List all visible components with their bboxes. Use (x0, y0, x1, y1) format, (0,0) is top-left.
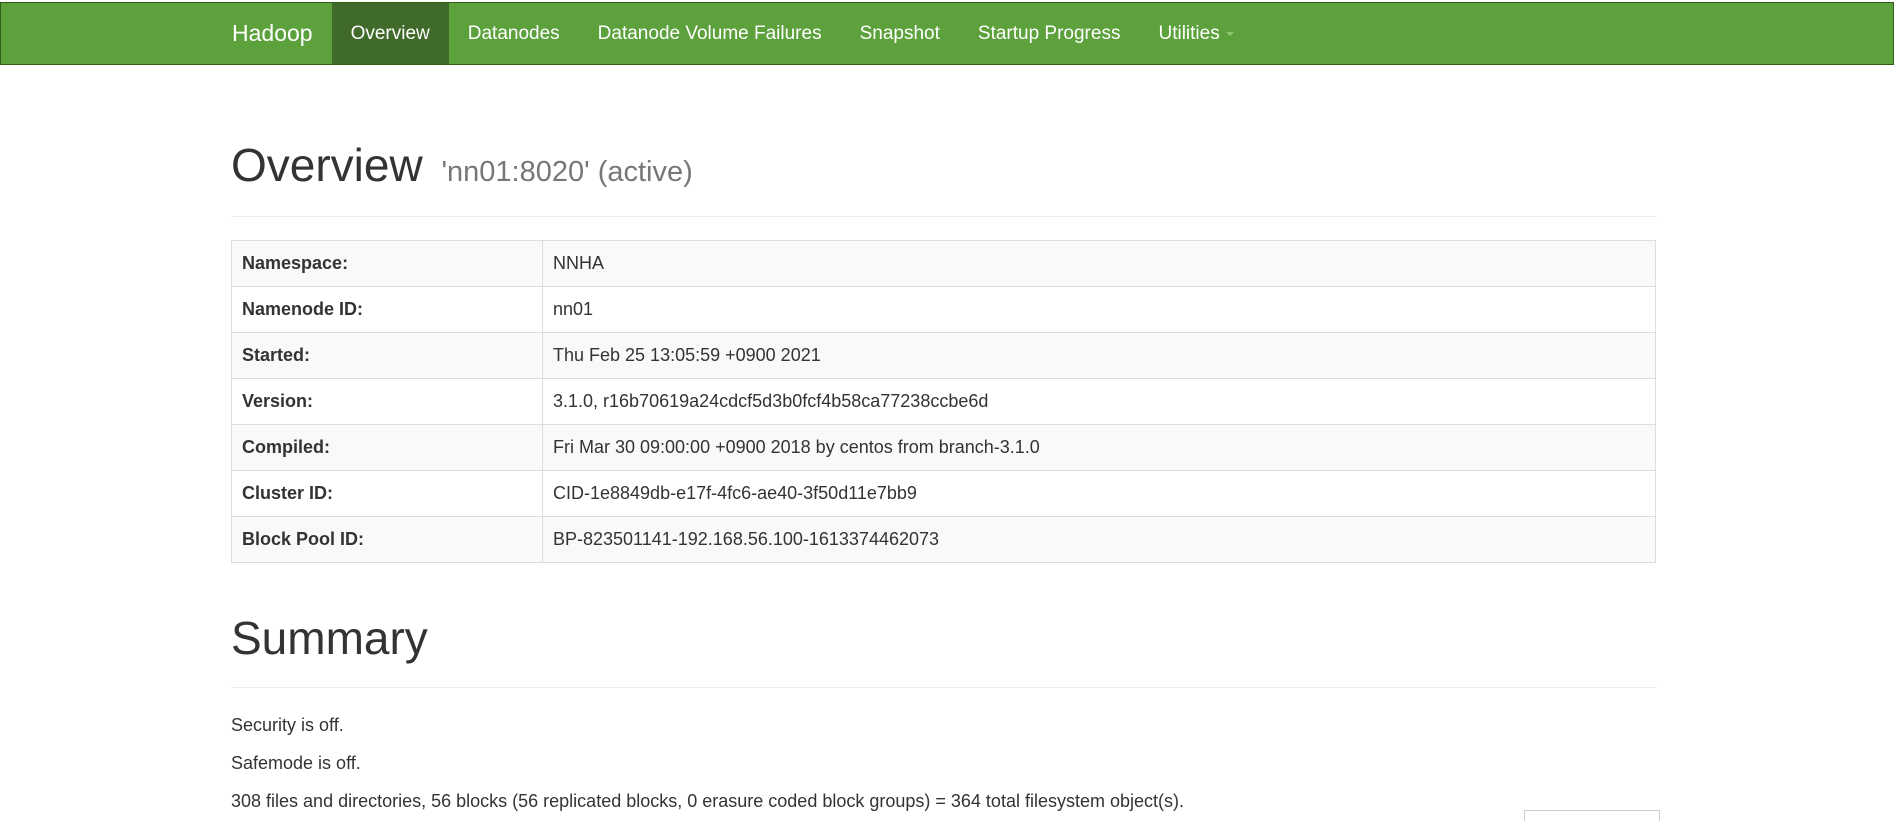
overview-info-table: Namespace: NNHA Namenode ID: nn01 Starte… (231, 240, 1656, 563)
security-status: Security is off. (231, 715, 344, 735)
table-row: Namenode ID: nn01 (231, 286, 1656, 333)
nav-tab-datanode-volume-failures[interactable]: Datanode Volume Failures (579, 3, 841, 64)
table-row: Compiled: Fri Mar 30 09:00:00 +0900 2018… (231, 424, 1656, 471)
row-label: Started: (231, 332, 543, 379)
row-label: Compiled: (231, 424, 543, 471)
row-label: Cluster ID: (231, 470, 543, 517)
floating-panel-edge (1524, 810, 1660, 821)
nav-dropdown-utilities[interactable]: Utilities (1139, 3, 1252, 64)
row-value: BP-823501141-192.168.56.100-161337446207… (542, 516, 1656, 563)
row-label: Block Pool ID: (231, 516, 543, 563)
table-row: Block Pool ID: BP-823501141-192.168.56.1… (231, 516, 1656, 563)
navbar-items: Hadoop Overview Datanodes Datanode Volum… (214, 3, 1253, 64)
table-row: Version: 3.1.0, r16b70619a24cdcf5d3b0fcf… (231, 378, 1656, 425)
table-row: Cluster ID: CID-1e8849db-e17f-4fc6-ae40-… (231, 470, 1656, 517)
row-label: Namenode ID: (231, 286, 543, 333)
page-title: Overview 'nn01:8020' (active) (231, 135, 1657, 202)
top-navbar: Hadoop Overview Datanodes Datanode Volum… (0, 2, 1894, 65)
row-value: Thu Feb 25 13:05:59 +0900 2021 (542, 332, 1656, 379)
row-value: nn01 (542, 286, 1656, 333)
filesystem-summary: 308 files and directories, 56 blocks (56… (231, 791, 1184, 811)
brand-link[interactable]: Hadoop (214, 3, 332, 64)
row-value: CID-1e8849db-e17f-4fc6-ae40-3f50d11e7bb9 (542, 470, 1656, 517)
row-label: Version: (231, 378, 543, 425)
caret-down-icon (1225, 31, 1234, 36)
nav-tab-startup-progress[interactable]: Startup Progress (959, 3, 1140, 64)
row-value: 3.1.0, r16b70619a24cdcf5d3b0fcf4b58ca772… (542, 378, 1656, 425)
overview-header: Overview 'nn01:8020' (active) (231, 135, 1657, 217)
summary-title: Summary (231, 612, 428, 664)
nav-tab-overview[interactable]: Overview (331, 3, 449, 64)
nav-tab-snapshot[interactable]: Snapshot (841, 3, 959, 64)
nav-tab-datanodes[interactable]: Datanodes (449, 3, 579, 64)
row-label: Namespace: (231, 240, 543, 287)
summary-header: Summary (231, 606, 1657, 688)
utilities-label: Utilities (1158, 22, 1220, 44)
page-title-text: Overview (231, 139, 423, 191)
row-value: Fri Mar 30 09:00:00 +0900 2018 by centos… (542, 424, 1656, 471)
table-row: Started: Thu Feb 25 13:05:59 +0900 2021 (231, 332, 1656, 379)
row-value: NNHA (542, 240, 1656, 287)
safemode-status: Safemode is off. (231, 753, 361, 773)
table-row: Namespace: NNHA (231, 240, 1656, 287)
page-subtitle: 'nn01:8020' (active) (441, 156, 693, 188)
